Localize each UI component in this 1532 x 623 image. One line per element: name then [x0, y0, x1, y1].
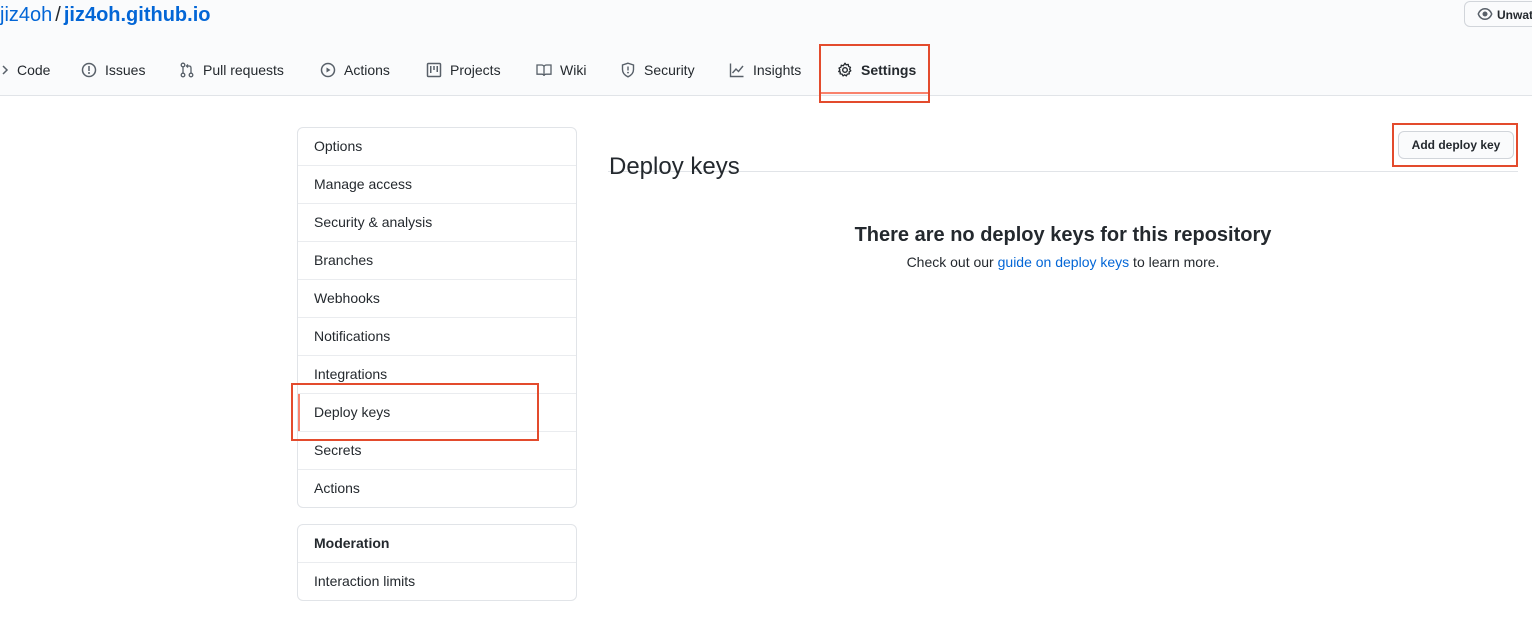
- tab-code[interactable]: Code: [1, 48, 50, 92]
- sidebar-item-integrations[interactable]: Integrations: [298, 355, 576, 393]
- shield-icon: [621, 62, 635, 78]
- settings-menu: Options Manage access Security & analysi…: [297, 127, 577, 508]
- empty-state-text-before: Check out our: [906, 254, 998, 270]
- sidebar-item-secrets[interactable]: Secrets: [298, 431, 576, 469]
- empty-state: There are no deploy keys for this reposi…: [608, 222, 1518, 273]
- tab-insights-label: Insights: [753, 62, 802, 78]
- tab-insights[interactable]: Insights: [729, 48, 801, 92]
- sidebar-item-notifications[interactable]: Notifications: [298, 317, 576, 355]
- add-deploy-key-button[interactable]: Add deploy key: [1398, 131, 1514, 159]
- tab-wiki-label: Wiki: [560, 62, 587, 78]
- sidebar-item-options[interactable]: Options: [298, 128, 576, 165]
- code-icon: [2, 65, 9, 75]
- sidebar-item-deploy-keys[interactable]: Deploy keys: [298, 393, 576, 431]
- unwatch-label: Unwatch: [1497, 8, 1532, 22]
- repo-title: jiz4oh / jiz4oh.github.io: [0, 3, 210, 27]
- tab-wiki[interactable]: Wiki: [536, 48, 586, 92]
- tab-settings-label: Settings: [861, 62, 917, 78]
- sidebar-item-security-analysis[interactable]: Security & analysis: [298, 203, 576, 241]
- tab-pull-requests-label: Pull requests: [203, 62, 284, 78]
- deploy-keys-guide-link[interactable]: guide on deploy keys: [998, 254, 1130, 270]
- unwatch-button[interactable]: Unwatch: [1464, 1, 1532, 27]
- selected-tab-underline: [821, 92, 929, 94]
- tab-pull-requests[interactable]: Pull requests: [179, 48, 284, 92]
- moderation-heading: Moderation: [314, 535, 390, 551]
- sidebar-item-interaction-limits[interactable]: Interaction limits: [298, 562, 576, 600]
- git-pull-request-icon: [180, 62, 194, 78]
- repo-header: jiz4oh/jiz4oh.github.io Unwatch Code Iss…: [0, 0, 1532, 96]
- moderation-menu: Moderation Interaction limits: [297, 524, 577, 601]
- tab-issues-label: Issues: [105, 62, 146, 78]
- tab-projects[interactable]: Projects: [426, 48, 501, 92]
- tab-issues[interactable]: Issues: [81, 48, 145, 92]
- tab-projects-label: Projects: [450, 62, 501, 78]
- eye-icon: [1477, 8, 1493, 20]
- tab-security-label: Security: [644, 62, 695, 78]
- graph-icon: [729, 63, 744, 78]
- issue-opened-icon: [81, 62, 97, 78]
- tab-settings[interactable]: Settings: [837, 48, 916, 92]
- play-icon: [320, 62, 336, 78]
- deploy-keys-subhead: Deploy keys Add deploy key: [608, 124, 1518, 180]
- empty-state-text: Check out our guide on deploy keys to le…: [608, 252, 1518, 273]
- tab-code-label: Code: [17, 62, 51, 78]
- sidebar-item-webhooks[interactable]: Webhooks: [298, 279, 576, 317]
- sidebar-item-branches[interactable]: Branches: [298, 241, 576, 279]
- repo-title-separator: /: [55, 4, 61, 26]
- repo-owner-link[interactable]: jiz4oh: [0, 4, 52, 26]
- sidebar-item-manage-access[interactable]: Manage access: [298, 165, 576, 203]
- empty-state-text-after: to learn more.: [1129, 254, 1220, 270]
- book-icon: [536, 64, 552, 77]
- project-icon: [426, 62, 442, 78]
- sidebar-item-actions[interactable]: Actions: [298, 469, 576, 507]
- tab-actions[interactable]: Actions: [320, 48, 390, 92]
- repo-name-link[interactable]: jiz4oh.github.io: [64, 4, 211, 26]
- gear-icon: [838, 62, 852, 77]
- tab-actions-label: Actions: [344, 62, 390, 78]
- page-title: Deploy keys: [609, 152, 740, 180]
- empty-state-title: There are no deploy keys for this reposi…: [854, 224, 1272, 246]
- tab-security[interactable]: Security: [620, 48, 695, 92]
